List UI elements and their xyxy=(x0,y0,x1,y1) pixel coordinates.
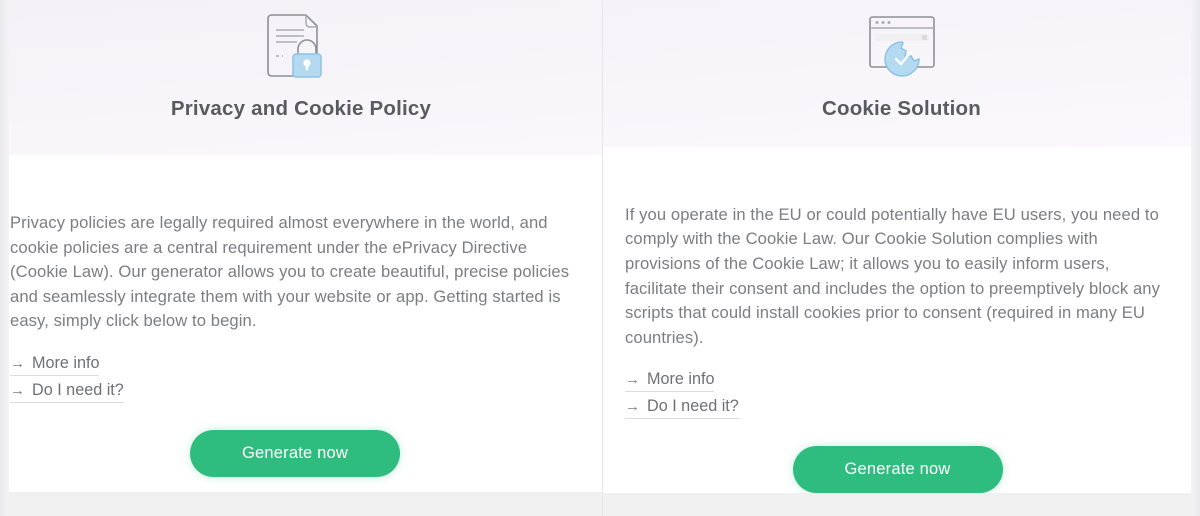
panel-cookie-solution: Cookie Solution If you operate in the EU… xyxy=(602,0,1200,516)
panel-footer-spacer xyxy=(0,492,602,516)
arrow-right-icon: → xyxy=(10,381,25,399)
panel-privacy-and-cookie-policy: Privacy and Cookie Policy Privacy polici… xyxy=(0,0,602,516)
panel-body-cookie: If you operate in the EU or could potent… xyxy=(603,146,1200,494)
link-label: More info xyxy=(647,370,715,389)
cta-container-privacy: Generate now xyxy=(10,408,580,492)
link-label: Do I need it? xyxy=(32,380,124,399)
panel-footer-spacer xyxy=(603,493,1200,516)
page-title: Privacy and Cookie Policy xyxy=(170,97,432,120)
arrow-right-icon: → xyxy=(10,354,25,372)
arrow-right-icon: → xyxy=(625,398,640,416)
panel-description: If you operate in the EU or could potent… xyxy=(625,204,1161,347)
link-more-info[interactable]: → More info xyxy=(10,353,100,376)
panel-header-privacy: Privacy and Cookie Policy xyxy=(0,0,602,155)
panel-body-privacy: Privacy policies are legally required al… xyxy=(0,155,602,492)
link-more-info[interactable]: → More info xyxy=(625,370,715,393)
arrow-right-icon: → xyxy=(625,371,640,389)
page-title: Cookie Solution xyxy=(821,97,982,120)
browser-window-with-cookie-icon xyxy=(858,8,946,94)
link-label: Do I need it? xyxy=(647,397,739,416)
generate-now-button[interactable]: Generate now xyxy=(190,429,400,477)
two-column-feature-section: Privacy and Cookie Policy Privacy polici… xyxy=(0,0,1200,516)
panel-header-cookie: Cookie Solution xyxy=(603,0,1200,147)
panel-description: Privacy policies are legally required al… xyxy=(10,213,570,331)
link-list-privacy: → More info → Do I need it? xyxy=(10,354,580,408)
link-label: More info xyxy=(32,353,100,372)
document-with-lock-icon xyxy=(257,8,345,94)
link-do-i-need-it[interactable]: → Do I need it? xyxy=(10,381,124,403)
link-list-cookie: → More info → Do I need it? xyxy=(625,370,1170,424)
generate-now-button[interactable]: Generate now xyxy=(792,446,1003,494)
link-do-i-need-it[interactable]: → Do I need it? xyxy=(625,397,739,420)
cta-container-cookie: Generate now xyxy=(625,424,1170,494)
